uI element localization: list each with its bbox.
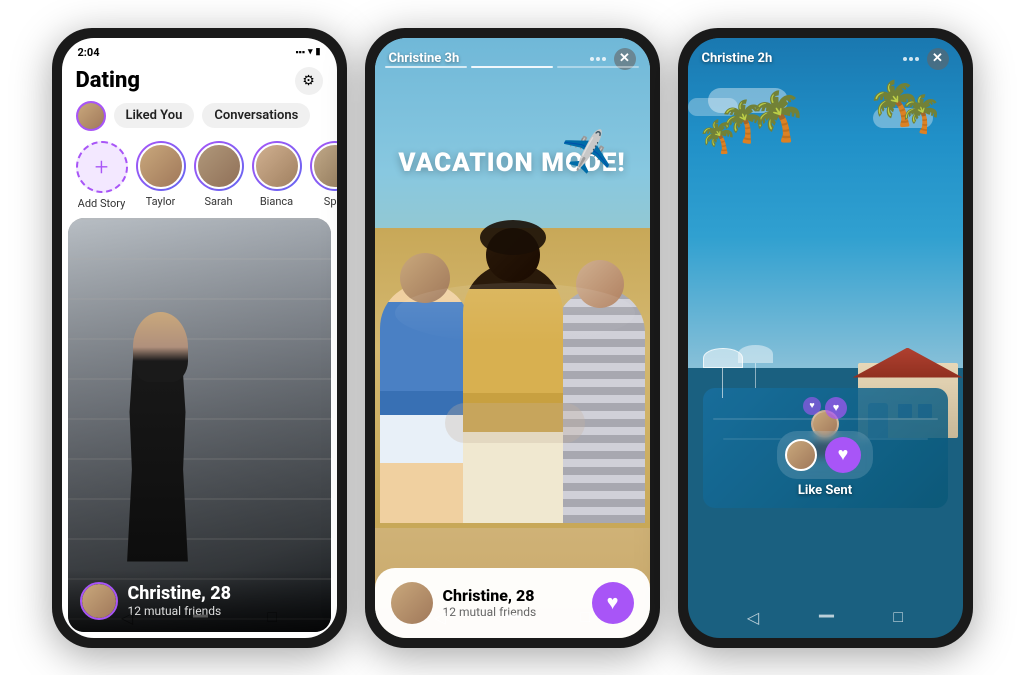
p1-profile-card[interactable]: Christine, 28 12 mutual friends [68,218,331,632]
palm-1: 🌴 [698,118,738,156]
story-bianca[interactable]: Bianca [252,141,302,210]
story-bianca-label: Bianca [260,195,293,208]
progress-1 [385,66,467,68]
story-sp[interactable]: Sp... [310,141,337,210]
taylor-avatar [138,143,184,189]
person-head [133,312,188,382]
card-name: Christine, 28 [128,583,232,604]
small-heart-1: ♥ [803,397,821,415]
p3-nav-bar: ◁ — □ [688,605,963,630]
curly-hair [480,220,546,255]
heart-bubbles: ♥ ♥ [803,397,847,423]
like-sent-card: ♥ [777,431,873,479]
settings-button[interactable]: ⚙ [295,67,323,95]
women-group [375,253,650,523]
story-progress [385,66,640,68]
p1-statusbar: 2:04 ▪▪▪ ▾ ▮ [62,38,337,63]
wifi-icon: ▾ [308,47,313,57]
story-taylor-label: Taylor [146,195,176,208]
story-add-label: Add Story [78,197,126,210]
story-sarah[interactable]: Sarah [194,141,244,210]
story-sarah-label: Sarah [204,195,232,208]
p1-nav-bar: ◁ — □ [62,605,337,630]
tab-liked-you[interactable]: Liked You [114,103,195,128]
sp-avatar [312,143,337,189]
p2-nav-bar: ◁ — □ [375,605,650,630]
small-heart-2: ♥ [825,397,847,419]
like-sent-heart-icon: ♥ [825,437,861,473]
p1-stories: + Add Story Taylor Sarah Bianca [62,137,337,218]
arms-overlay [445,403,585,443]
palm-4: 🌴 [898,93,943,135]
progress-2 [471,66,553,68]
p3-name-time: Christine 2h [702,51,773,66]
umbrella-1 [703,348,743,398]
p3-statusbar: Christine 2h ✕ [688,38,963,74]
back-button[interactable]: ◁ [121,608,133,627]
p1-header: Dating ⚙ [62,63,337,101]
home-button[interactable]: — [192,605,209,630]
story-taylor[interactable]: Taylor [136,141,186,210]
p1-tabs: Liked You Conversations [62,101,337,131]
battery-icon: ▮ [316,47,321,57]
signal-icon: ▪▪▪ [295,47,305,58]
p2-card-name: Christine, 28 [443,586,537,605]
add-story-icon[interactable]: + [76,141,128,193]
p1-title: Dating [76,68,140,93]
like-sent-overlay: ♥ ♥ ♥ Like Sent [777,397,873,498]
p2-name-time: Christine 3h [389,51,460,66]
p3-top-icons: ✕ [903,48,949,70]
woman-2-head [486,228,540,282]
square-button[interactable]: □ [893,607,903,627]
sarah-avatar [196,143,242,189]
smile-overlay [395,283,635,343]
umbrella-2 [738,345,773,388]
bianca-avatar [254,143,300,189]
p1-time: 2:04 [78,46,100,59]
more-options-icon[interactable] [590,57,606,61]
progress-3 [557,66,639,68]
p2-statusbar: Christine 3h ✕ [375,38,650,74]
story-add[interactable]: + Add Story [76,141,128,210]
p2-screen: Christine 3h ✕ VACATION MODE! ✈️ [375,38,650,638]
phone-3: 🌴 🌴 🌴 🌴 🌴 [678,28,973,648]
more-options-icon[interactable] [903,57,919,61]
tab-conversations[interactable]: Conversations [202,103,310,128]
p1-status-icons: ▪▪▪ ▾ ▮ [295,47,320,58]
square-button[interactable]: □ [267,607,277,627]
big-heart: ♥ [838,444,849,465]
back-button[interactable]: ◁ [747,608,759,627]
like-sent-avatar [785,439,817,471]
beach-people-group [375,253,650,523]
close-button[interactable]: ✕ [927,48,949,70]
p3-screen: 🌴 🌴 🌴 🌴 🌴 [688,38,963,638]
home-button[interactable]: — [818,605,835,630]
phone-2: Christine 3h ✕ VACATION MODE! ✈️ [365,28,660,648]
home-button[interactable]: — [505,605,522,630]
square-button[interactable]: □ [580,607,590,627]
like-sent-label: Like Sent [798,483,852,498]
back-button[interactable]: ◁ [434,608,446,627]
phone-1: 2:04 ▪▪▪ ▾ ▮ Dating ⚙ Liked You Conversa… [52,28,347,648]
p1-user-avatar[interactable] [76,101,106,131]
gear-icon: ⚙ [302,73,315,89]
story-sp-label: Sp... [324,195,337,208]
